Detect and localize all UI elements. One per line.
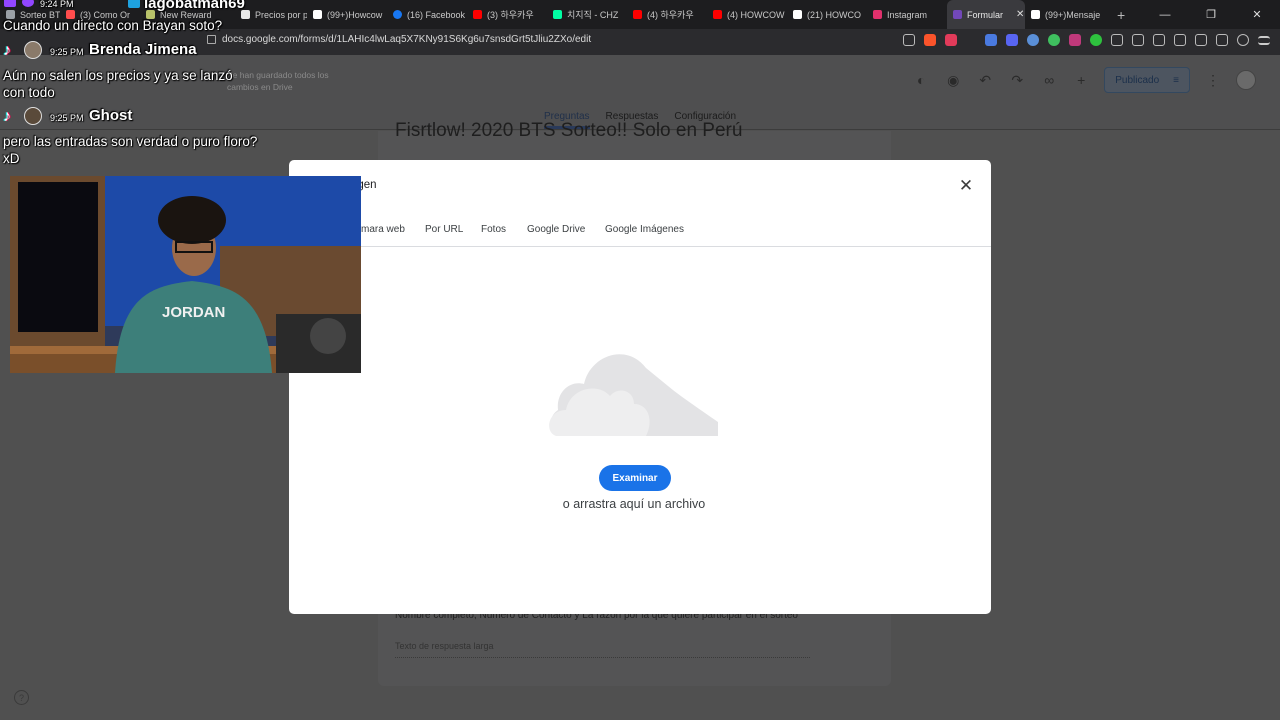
published-button[interactable]: Publicado ≡ <box>1104 67 1190 93</box>
browser-tab[interactable]: (4) 하우카우 <box>627 0 707 29</box>
chat-time: 9:25 PM <box>50 47 84 57</box>
twitch-chat-time: 9:24 PM <box>4 0 74 9</box>
insert-image-dialog: agen ✕ mara web Por URL Fotos Google Dri… <box>289 160 991 614</box>
palette-icon[interactable]: ◐ <box>912 71 930 89</box>
avatar <box>24 41 42 59</box>
undo-icon[interactable]: ↶ <box>976 71 994 89</box>
browser-tab[interactable]: 치지직 - CHZ <box>547 0 627 29</box>
link-icon[interactable]: ∞ <box>1040 71 1058 89</box>
tiktok-favicon-icon <box>313 10 322 19</box>
close-window-button[interactable]: ✕ <box>1234 0 1280 29</box>
avatar <box>24 107 42 125</box>
sliders-icon: ≡ <box>1173 74 1179 86</box>
chat-username: Ghost <box>89 107 133 124</box>
tab-google-imagenes[interactable]: Google Imágenes <box>605 224 684 235</box>
brave-shield-icon[interactable] <box>924 34 936 46</box>
chat-time: 9:25 PM <box>50 113 84 123</box>
puzzle-extension-icon[interactable] <box>1111 34 1123 46</box>
facebook-favicon-icon <box>393 10 402 19</box>
chat-message: Cuando un directo con Brayan soto? <box>3 18 223 33</box>
window-controls: — ❐ ✕ <box>1142 0 1280 29</box>
instagram-favicon-icon <box>873 10 882 19</box>
published-label: Publicado <box>1115 74 1160 86</box>
url-text: docs.google.com/forms/d/1LAHIc4lwLaq5X7K… <box>222 34 592 45</box>
chzzk-favicon-icon <box>553 10 562 19</box>
redo-icon[interactable]: ↷ <box>1008 71 1026 89</box>
address-bar[interactable]: docs.google.com/forms/d/1LAHIc4lwLaq5X7K… <box>207 34 591 45</box>
youtube-favicon-icon <box>473 10 482 19</box>
tiktok-favicon-icon <box>1031 10 1040 19</box>
browser-tab[interactable]: (99+)Howcow <box>307 0 387 29</box>
browser-tab[interactable]: (3) 하우카우 <box>467 0 547 29</box>
browser-tab[interactable]: (21) HOWCO <box>787 0 867 29</box>
form-title[interactable]: Fisrtlow! 2020 BTS Sorteo!! Solo en Perú <box>395 120 742 142</box>
chat-username: Brenda Jimena <box>89 41 197 58</box>
chat-message: pero las entradas son verdad o puro flor… <box>3 134 258 166</box>
youtube-favicon-icon <box>633 10 642 19</box>
browse-button[interactable]: Examinar <box>599 465 671 491</box>
green-extension-icon[interactable] <box>1090 34 1102 46</box>
browser-tab-active[interactable]: Formular ✕ <box>947 0 1025 29</box>
wallet-icon[interactable] <box>1195 34 1207 46</box>
twitch-chat-name: iagobatman69 <box>128 0 245 12</box>
sidebar-icon[interactable] <box>1174 34 1186 46</box>
youtube-favicon-icon <box>713 10 722 19</box>
close-icon[interactable]: ✕ <box>957 177 975 195</box>
pink-extension-icon[interactable] <box>1069 34 1081 46</box>
discord-extension-icon[interactable] <box>1006 34 1018 46</box>
browser-tab[interactable]: (99+)Mensaje <box>1025 0 1107 29</box>
music-icon[interactable] <box>1153 34 1165 46</box>
webcam-feed: JORDAN <box>10 176 361 373</box>
tab-fotos[interactable]: Fotos <box>481 224 506 235</box>
browser-tab[interactable]: (4) HOWCOW <box>707 0 787 29</box>
account-avatar[interactable] <box>1236 70 1256 90</box>
saved-status: Se han guardado todos los cambios en Dri… <box>227 70 329 92</box>
tab-camara-web[interactable]: mara web <box>361 224 405 235</box>
dialog-tabs: mara web Por URL Fotos Google Drive Goog… <box>289 222 991 247</box>
minimize-button[interactable]: — <box>1142 0 1188 29</box>
cloud-illustration-icon <box>549 354 718 436</box>
tab-por-url[interactable]: Por URL <box>425 224 463 235</box>
wifi-extension-icon[interactable] <box>1027 34 1039 46</box>
forms-favicon-icon <box>953 10 962 19</box>
drop-zone-hint: o arrastra aquí un archivo <box>562 497 706 511</box>
tiktok-icon: ♪ <box>3 108 11 125</box>
extensions-area <box>903 34 1270 46</box>
menu-icon[interactable] <box>1258 35 1270 45</box>
help-icon[interactable]: ? <box>14 690 29 705</box>
preview-eye-icon[interactable]: ◉ <box>944 71 962 89</box>
tab-google-drive[interactable]: Google Drive <box>527 224 585 235</box>
brave-rewards-icon[interactable] <box>945 34 957 46</box>
long-answer-placeholder: Texto de respuesta larga <box>395 641 810 658</box>
shirt-text: JORDAN <box>162 304 225 321</box>
restore-button[interactable]: ❐ <box>1188 0 1234 29</box>
browser-tab[interactable]: Instagram <box>867 0 947 29</box>
vpn-shield-icon[interactable] <box>1237 34 1249 46</box>
forms-toolbar: ◐ ◉ ↶ ↷ ∞ + Publicado ≡ ⋮ <box>912 67 1256 93</box>
new-tab-button[interactable]: + <box>1107 7 1135 23</box>
add-collaborator-icon[interactable]: + <box>1072 71 1090 89</box>
x-favicon-icon <box>793 10 802 19</box>
ai-sparkle-icon[interactable] <box>1216 34 1228 46</box>
browser-tab[interactable]: (16) Facebook <box>387 0 467 29</box>
refresh-extension-icon[interactable] <box>1048 34 1060 46</box>
chat-message: Aún no salen los precios y ya se lanzó c… <box>3 68 233 100</box>
capture-extension-icon[interactable] <box>1132 34 1144 46</box>
translate-extension-icon[interactable] <box>985 34 997 46</box>
site-info-icon[interactable] <box>207 35 216 44</box>
tiktok-icon: ♪ <box>3 42 11 59</box>
close-tab-icon[interactable]: ✕ <box>1016 9 1024 20</box>
browser-tab[interactable]: Precios por p <box>235 0 307 29</box>
share-icon[interactable] <box>903 34 915 46</box>
more-options-icon[interactable]: ⋮ <box>1204 71 1222 89</box>
